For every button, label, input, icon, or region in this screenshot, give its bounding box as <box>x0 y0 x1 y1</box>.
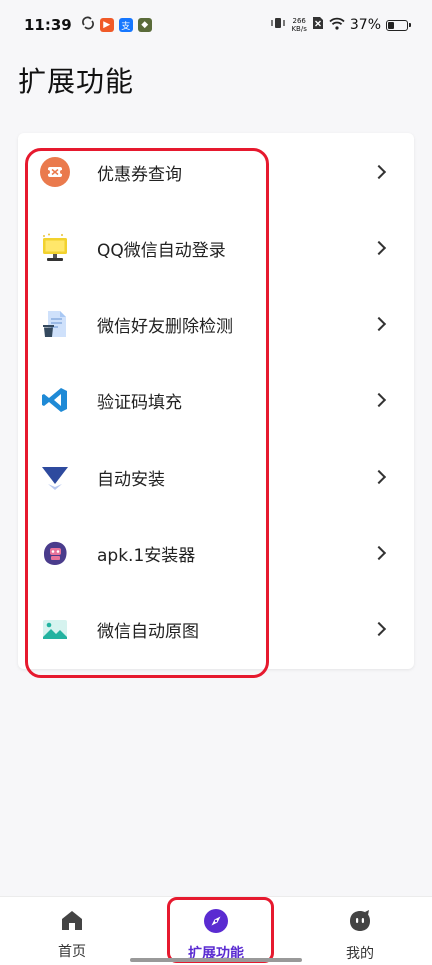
chevron-right-icon <box>371 164 387 180</box>
triangle-install-icon <box>40 462 70 492</box>
robot-icon <box>40 538 70 568</box>
chevron-right-icon <box>371 316 387 332</box>
home-icon <box>60 909 84 935</box>
document-trash-icon <box>40 309 70 339</box>
profile-face-icon <box>347 909 373 937</box>
sync-icon <box>81 16 95 34</box>
nav-item-profile[interactable]: 我的 <box>310 909 410 963</box>
coupon-icon <box>40 157 70 187</box>
feature-item-wechat-friend-delete-check[interactable]: 微信好友删除检测 <box>18 286 414 362</box>
home-indicator[interactable] <box>130 958 302 962</box>
vibrate-icon <box>270 16 286 34</box>
network-speed: 266 KB/s <box>291 17 306 33</box>
feature-item-label: 优惠券查询 <box>97 164 182 185</box>
game-app-icon: ◆ <box>137 18 152 32</box>
feature-list-card: 优惠券查询 QQ微信自动登录 微信好友删除检测 验证码填充 自动安装 apk.1… <box>18 133 414 669</box>
feature-item-coupon-query[interactable]: 优惠券查询 <box>18 134 414 210</box>
alipay-icon: 支 <box>118 18 133 32</box>
chevron-right-icon <box>371 545 387 561</box>
feature-item-wechat-auto-original-image[interactable]: 微信自动原图 <box>18 591 414 667</box>
status-left: 11:39 ▶ 支 ◆ <box>24 16 152 34</box>
net-speed-unit: KB/s <box>291 25 307 33</box>
compass-icon <box>204 909 228 937</box>
feature-item-captcha-fill[interactable]: 验证码填充 <box>18 362 414 438</box>
status-bar: 11:39 ▶ 支 ◆ 266 KB/s 37% <box>0 0 432 50</box>
app-notification-icon: ▶ <box>99 18 114 32</box>
no-sim-icon <box>312 16 324 34</box>
image-icon <box>40 614 70 644</box>
chevron-right-icon <box>371 469 387 485</box>
wifi-icon <box>329 17 345 34</box>
net-speed-value: 266 <box>292 17 306 25</box>
feature-item-label: QQ微信自动登录 <box>97 240 226 261</box>
page-title: 扩展功能 <box>18 65 135 98</box>
battery-fill <box>388 21 394 29</box>
feature-item-label: 验证码填充 <box>97 392 182 413</box>
status-right: 266 KB/s 37% <box>270 16 411 34</box>
feature-item-label: 微信好友删除检测 <box>97 316 233 337</box>
nav-item-extensions[interactable]: 扩展功能 <box>166 909 266 963</box>
feature-item-label: 微信自动原图 <box>97 621 199 642</box>
monitor-login-icon <box>40 233 70 263</box>
bottom-navigation: 首页 扩展功能 我的 <box>0 896 432 965</box>
chevron-right-icon <box>371 240 387 256</box>
battery-icon <box>386 19 411 31</box>
nav-item-home[interactable]: 首页 <box>22 909 122 961</box>
feature-item-label: 自动安装 <box>97 469 165 490</box>
nav-label-home: 首页 <box>58 944 86 960</box>
feature-item-qq-wechat-auto-login[interactable]: QQ微信自动登录 <box>18 210 414 286</box>
chevron-right-icon <box>371 392 387 408</box>
chevron-right-icon <box>371 621 387 637</box>
feature-item-auto-install[interactable]: 自动安装 <box>18 439 414 515</box>
status-time: 11:39 <box>24 16 72 34</box>
vscode-icon <box>40 385 70 415</box>
nav-label-profile: 我的 <box>346 946 374 962</box>
battery-percent: 37% <box>349 17 381 33</box>
feature-item-label: apk.1安装器 <box>97 545 196 566</box>
feature-item-apk1-installer[interactable]: apk.1安装器 <box>18 515 414 591</box>
